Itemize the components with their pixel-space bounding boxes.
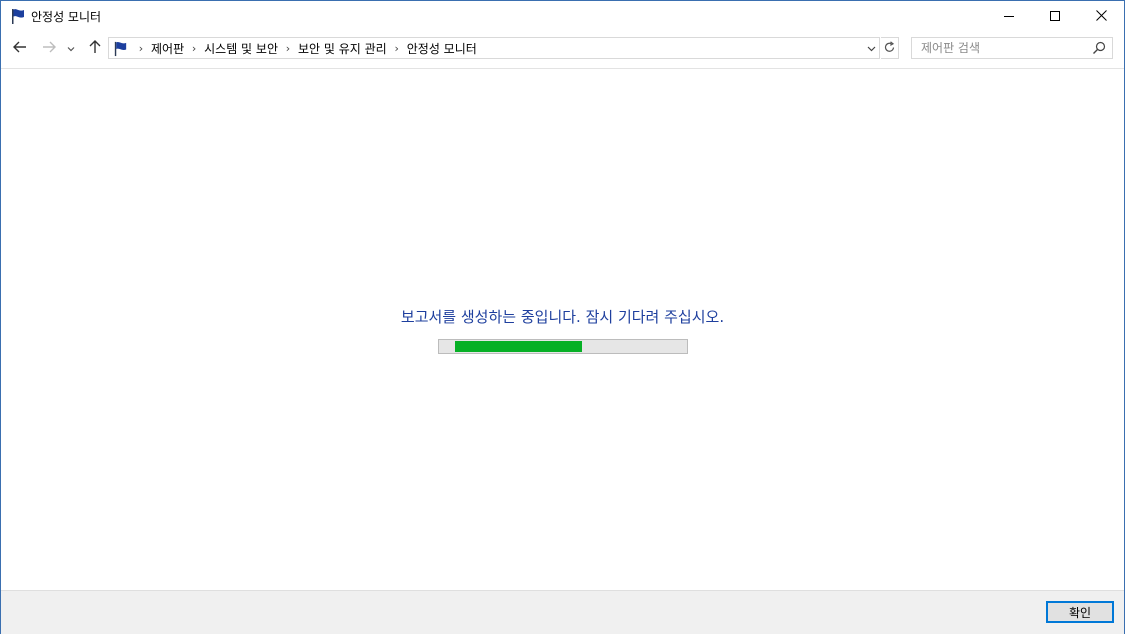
refresh-icon [884,40,895,56]
back-button[interactable] [10,38,30,58]
window-title: 안정성 모니터 [31,10,102,24]
breadcrumb-item-security-maintenance[interactable]: 보안 및 유지 관리 [296,40,389,57]
up-button[interactable] [85,38,105,58]
blue-flag-icon [9,7,27,25]
breadcrumb-separator[interactable]: › [186,42,202,55]
main-content: 보고서를 생성하는 중입니다. 잠시 기다려 주십시오. [1,69,1124,590]
maximize-button[interactable] [1032,1,1078,32]
ok-button[interactable]: 확인 [1046,601,1114,623]
chevron-down-icon [867,41,876,55]
search-input[interactable] [912,38,1096,58]
close-icon [1095,9,1107,24]
address-bar[interactable]: › 제어판 › 시스템 및 보안 › 보안 및 유지 관리 › 안정성 모니터 [108,37,880,59]
title-bar[interactable]: 안정성 모니터 [1,1,1124,32]
refresh-button[interactable] [881,37,899,59]
chevron-down-icon [67,41,75,55]
recent-locations-button[interactable] [64,38,78,58]
forward-button[interactable] [39,38,59,58]
maximize-icon [1050,10,1060,24]
breadcrumb-item-system-security[interactable]: 시스템 및 보안 [202,40,280,57]
search-box [911,37,1113,59]
breadcrumb-item-control-panel[interactable]: 제어판 [149,40,186,57]
search-icon[interactable] [1092,41,1106,55]
breadcrumb: › 제어판 › 시스템 및 보안 › 보안 및 유지 관리 › 안정성 모니터 [133,38,479,58]
arrow-right-icon [42,41,56,56]
minimize-icon [1004,10,1014,24]
progress-bar [438,339,688,354]
breadcrumb-separator[interactable]: › [133,42,149,55]
arrow-left-icon [13,41,27,56]
close-button[interactable] [1078,1,1124,32]
breadcrumb-item-reliability-monitor[interactable]: 안정성 모니터 [405,40,479,57]
address-history-button[interactable] [864,38,878,58]
breadcrumb-separator[interactable]: › [280,42,296,55]
minimize-button[interactable] [986,1,1032,32]
arrow-up-icon [89,39,101,57]
reliability-monitor-window: 안정성 모니터 › 제어판 › 시스템 및 보안 › 보안 및 유지 관리 › … [0,0,1125,634]
breadcrumb-separator[interactable]: › [389,42,405,55]
status-message: 보고서를 생성하는 중입니다. 잠시 기다려 주십시오. [400,308,725,326]
navigation-bar: › 제어판 › 시스템 및 보안 › 보안 및 유지 관리 › 안정성 모니터 [1,32,1124,69]
blue-flag-icon [112,40,129,57]
progress-fill [455,341,582,352]
footer-bar: 확인 [1,590,1124,634]
